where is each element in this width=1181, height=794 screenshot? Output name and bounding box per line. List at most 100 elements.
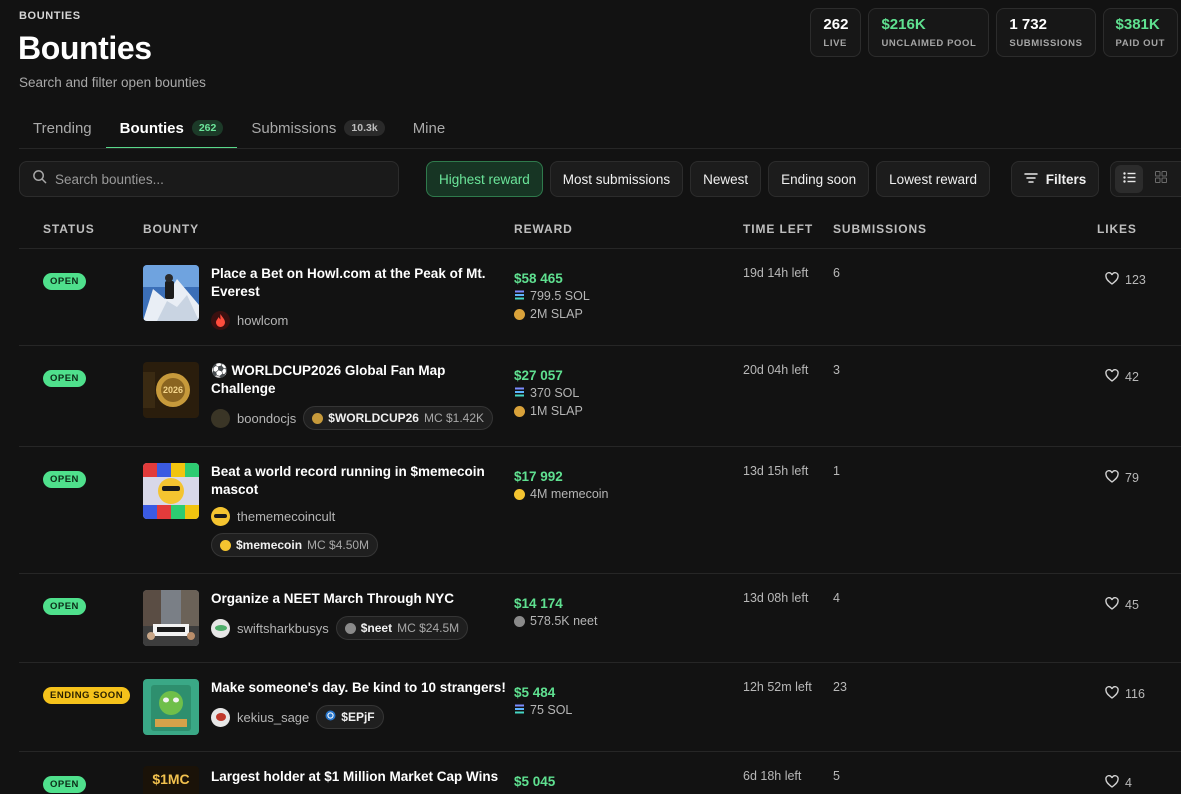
table-row[interactable]: OPEN 2026 ⚽ WORLDCUP2026 Global Fan Map … xyxy=(19,346,1181,447)
bounty-author[interactable]: howlcom xyxy=(211,311,288,330)
grid-view-button[interactable] xyxy=(1147,165,1175,193)
reward-usd: $58 465 xyxy=(514,271,563,286)
sort-most-submissions-button[interactable]: Most submissions xyxy=(549,161,684,197)
token-tag[interactable]: $WORLDCUP26 MC $1.42K xyxy=(303,406,493,430)
filters-button[interactable]: Filters xyxy=(1011,161,1099,197)
reward-token-text: 1M SLAP xyxy=(530,404,583,418)
submissions-count: 4 xyxy=(833,591,840,605)
likes-button[interactable]: 45 xyxy=(1105,596,1139,613)
bounty-thumbnail xyxy=(143,463,199,519)
likes-button[interactable]: 4 xyxy=(1105,774,1132,791)
avatar xyxy=(211,707,230,727)
list-view-button[interactable] xyxy=(1115,165,1143,193)
status-badge: OPEN xyxy=(43,273,86,290)
token-tag-name: $memecoin xyxy=(236,538,303,552)
reward-token: 4M memecoin xyxy=(514,487,609,501)
token-tag-mc: MC $1.42K xyxy=(423,411,484,425)
table-row[interactable]: OPEN $1MC Largest holder at $1 Million M… xyxy=(19,752,1181,794)
page-eyebrow: BOUNTIES xyxy=(19,10,81,22)
token-tag[interactable]: $EPjF xyxy=(316,705,384,729)
sol-icon xyxy=(514,703,525,717)
reward-token-text: 578.5K neet xyxy=(530,614,598,628)
table-header: STATUS BOUNTY REWARD TIME LEFT SUBMISSIO… xyxy=(19,209,1181,249)
token-tag-name: $neet xyxy=(360,621,393,635)
bounty-author[interactable]: boondocjs $WORLDCUP26 MC $1.42K xyxy=(211,406,493,430)
bounty-title[interactable]: ⚽ WORLDCUP2026 Global Fan Map Challenge xyxy=(211,362,511,398)
stats-bar: 262 LIVE $216K UNCLAIMED POOL 1 732 SUBM… xyxy=(810,8,1178,57)
likes-count: 123 xyxy=(1125,273,1146,287)
reward-token-text: 370 SOL xyxy=(530,386,580,400)
table-row[interactable]: OPEN Organize a NEET March Through NYC s… xyxy=(19,574,1181,663)
bounty-thumbnail xyxy=(143,679,199,735)
column-header-status[interactable]: STATUS xyxy=(43,222,95,236)
column-header-time-left[interactable]: TIME LEFT xyxy=(743,222,813,236)
submissions-count: 1 xyxy=(833,464,840,478)
likes-button[interactable]: 42 xyxy=(1105,368,1139,385)
status-badge: OPEN xyxy=(43,776,86,793)
tab-mine[interactable]: Mine xyxy=(399,108,460,148)
sort-highest-reward-button[interactable]: Highest reward xyxy=(426,161,543,197)
reward-token: 2M SLAP xyxy=(514,307,583,321)
column-header-bounty[interactable]: BOUNTY xyxy=(143,222,199,236)
table-row[interactable]: ENDING SOON Make someone's day. Be kind … xyxy=(19,663,1181,752)
column-header-likes[interactable]: LIKES xyxy=(1097,222,1137,236)
time-left: 19d 14h left xyxy=(743,266,809,280)
table-row[interactable]: OPEN Place a Bet on Howl.com at the Peak… xyxy=(19,249,1181,346)
sort-ending-soon-button[interactable]: Ending soon xyxy=(768,161,870,197)
sol-icon xyxy=(514,289,525,303)
likes-count: 42 xyxy=(1125,370,1139,384)
heart-icon xyxy=(1105,469,1119,486)
token-tag[interactable]: $memecoin MC $4.50M xyxy=(211,533,379,557)
sol-icon xyxy=(514,386,525,400)
reward-token: 370 SOL xyxy=(514,386,579,400)
bounty-title[interactable]: Beat a world record running in $memecoin… xyxy=(211,463,511,499)
author-name: kekius_sage xyxy=(237,709,310,725)
view-toggle xyxy=(1110,161,1181,197)
status-badge: ENDING SOON xyxy=(43,687,131,704)
tab-label: Trending xyxy=(33,119,92,137)
sort-newest-button[interactable]: Newest xyxy=(690,161,762,197)
stat-label: PAID OUT xyxy=(1115,38,1165,49)
search-box[interactable] xyxy=(19,161,399,197)
bounty-thumbnail: 2026 xyxy=(143,362,199,418)
stat-label: LIVE xyxy=(823,38,847,49)
token-tag-name: $WORLDCUP26 xyxy=(328,411,419,425)
submissions-count: 5 xyxy=(833,769,840,783)
tab-bounties[interactable]: Bounties 262 xyxy=(105,108,238,149)
likes-button[interactable]: 79 xyxy=(1105,469,1139,486)
reward-usd: $27 057 xyxy=(514,368,563,383)
avatar xyxy=(211,311,230,330)
column-header-reward[interactable]: REWARD xyxy=(514,222,573,236)
bounty-title[interactable]: Make someone's day. Be kind to 10 strang… xyxy=(211,679,511,697)
likes-button[interactable]: 123 xyxy=(1105,271,1146,288)
bounty-author[interactable]: thememecoincult xyxy=(211,507,335,526)
status-badge: OPEN xyxy=(43,598,86,615)
stat-value: $381K xyxy=(1115,16,1160,33)
submissions-count: 23 xyxy=(833,680,847,694)
author-name: boondocjs xyxy=(237,410,297,426)
stat-value: $216K xyxy=(881,16,926,33)
tab-trending[interactable]: Trending xyxy=(19,108,106,148)
likes-button[interactable]: 116 xyxy=(1105,685,1145,702)
sort-lowest-reward-button[interactable]: Lowest reward xyxy=(876,161,990,197)
token-tag[interactable]: $neet MC $24.5M xyxy=(335,616,469,640)
reward-token: 578.5K neet xyxy=(514,614,597,628)
heart-icon xyxy=(1105,596,1119,613)
tab-submissions[interactable]: Submissions 10.3k xyxy=(237,108,398,148)
bounty-title[interactable]: Place a Bet on Howl.com at the Peak of M… xyxy=(211,265,511,301)
author-name: thememecoincult xyxy=(237,509,336,524)
column-header-submissions[interactable]: SUBMISSIONS xyxy=(833,222,927,236)
token-tag-mc: MC $24.5M xyxy=(397,621,460,635)
bounty-thumbnail xyxy=(143,590,199,646)
reward-usd: $14 174 xyxy=(514,596,563,611)
stat-value: 1 732 xyxy=(1009,16,1047,33)
submissions-count: 6 xyxy=(833,266,840,280)
search-input[interactable] xyxy=(55,171,375,187)
bounty-author[interactable]: swiftsharkbusys $neet MC $24.5M xyxy=(211,616,469,640)
tab-count-badge: 262 xyxy=(191,120,224,136)
table-row[interactable]: OPEN Beat a world record running in $mem… xyxy=(19,447,1181,574)
stat-paid-out: $381K PAID OUT xyxy=(1102,8,1178,57)
bounty-author[interactable]: kekius_sage $EPjF xyxy=(211,705,384,729)
bounty-title[interactable]: Largest holder at $1 Million Market Cap … xyxy=(211,768,511,786)
bounty-title[interactable]: Organize a NEET March Through NYC xyxy=(211,590,511,608)
